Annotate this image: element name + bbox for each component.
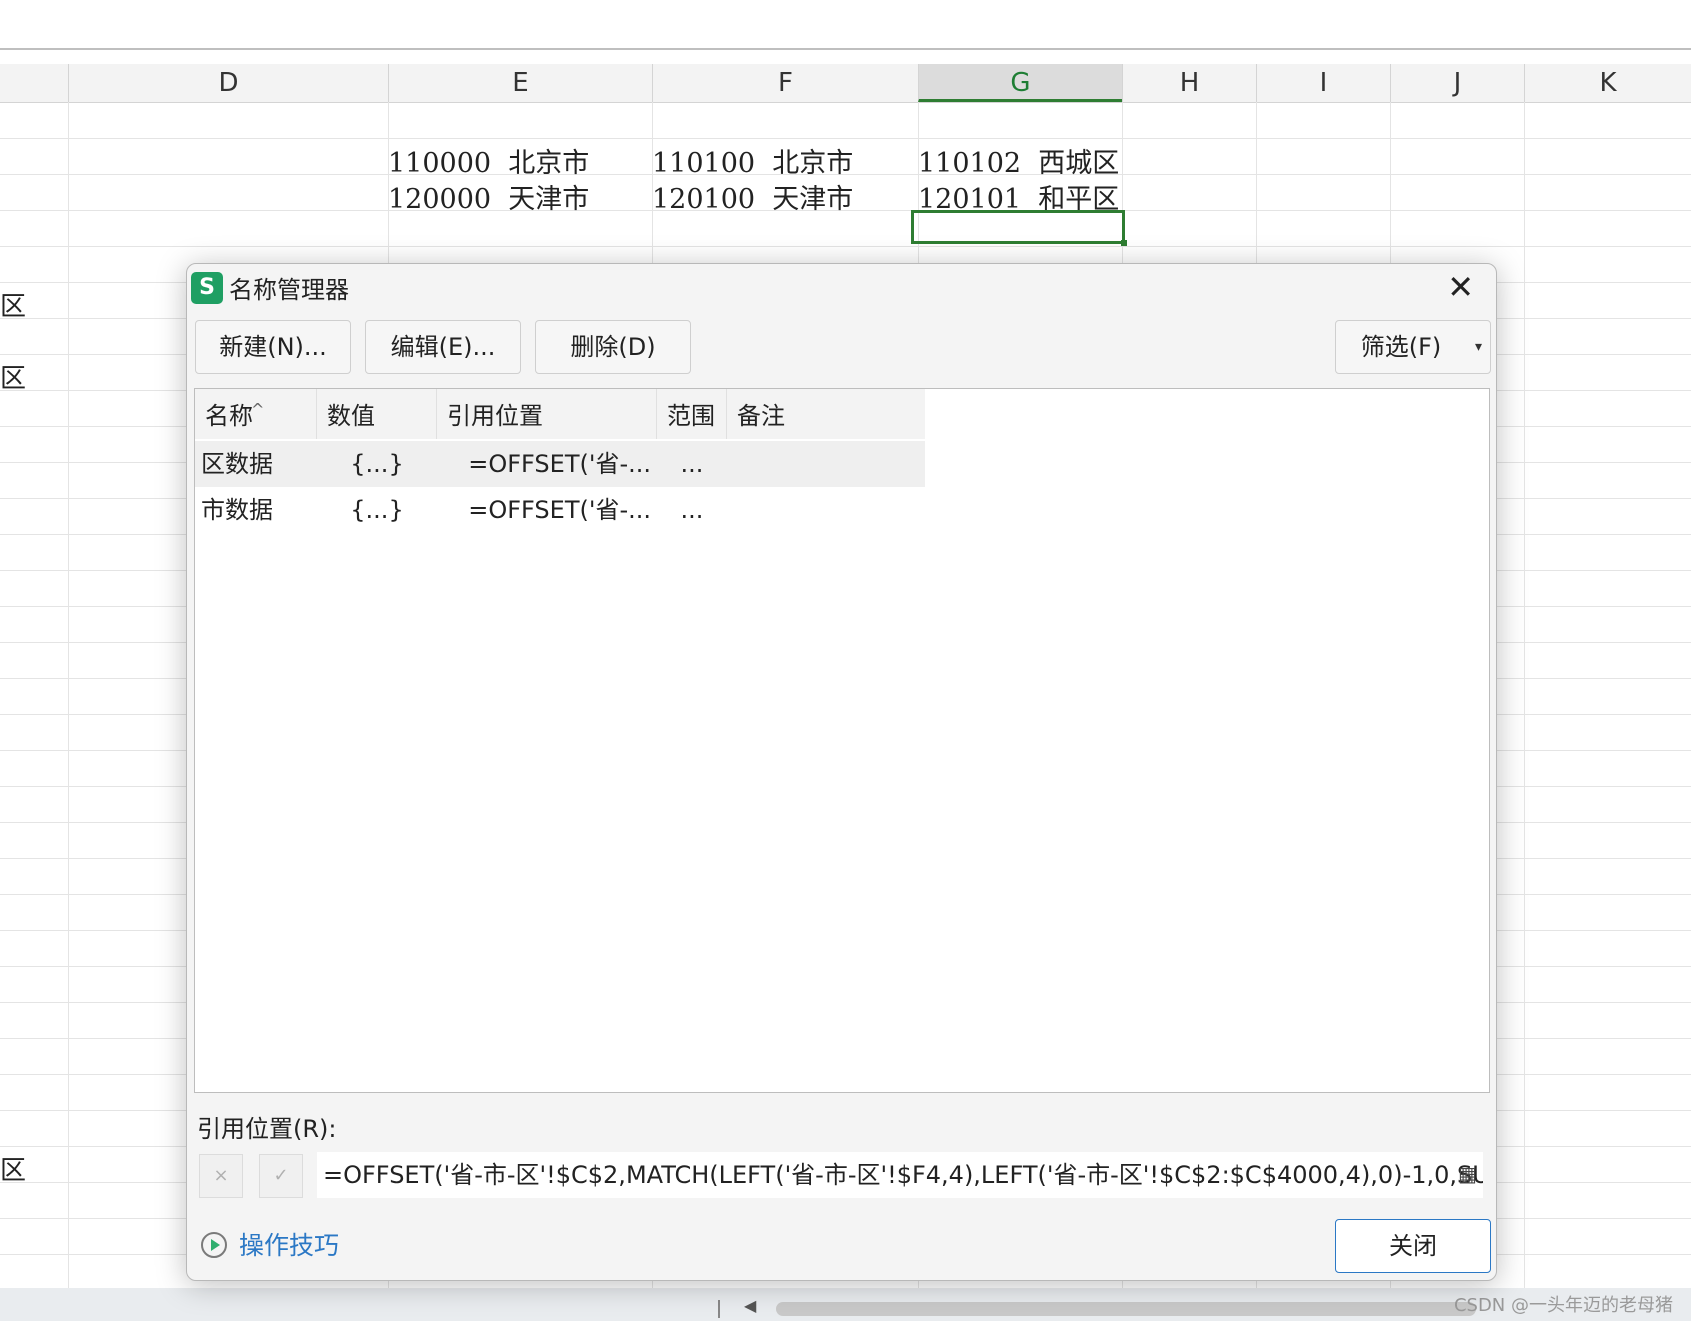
column-name-header-label: 名称 — [205, 402, 253, 430]
column-header-h[interactable]: H — [1122, 64, 1256, 102]
filter-button-label: 筛选(F) — [1360, 333, 1442, 361]
cell-e2[interactable]: 110000 北京市 — [388, 141, 589, 180]
row-scope: ... — [680, 496, 704, 524]
column-header-k[interactable]: K — [1524, 64, 1691, 102]
list-row[interactable]: 市数据 {...} =OFFSET('省-... ... — [195, 487, 925, 533]
reference-input[interactable]: =OFFSET('省-市-区'!$C$2,MATCH(LEFT('省-市-区'!… — [317, 1152, 1483, 1198]
cell-fragment: 区 — [0, 292, 27, 322]
sort-ascending-icon: ^ — [251, 400, 265, 419]
dialog-title: 名称管理器 — [229, 276, 349, 304]
row-scope: ... — [680, 450, 704, 478]
names-list[interactable]: ^ 名称 数值 引用位置 范围 备注 区数据 {...} =OFFSET('省-… — [194, 388, 1490, 1093]
range-picker-icon[interactable]: ▦ — [1458, 1162, 1484, 1188]
column-header-f[interactable]: F — [652, 64, 918, 102]
cell-e3[interactable]: 120000 天津市 — [388, 177, 589, 216]
cell-g2[interactable]: 110102 西城区 — [918, 141, 1119, 180]
column-header-i[interactable]: I — [1256, 64, 1390, 102]
cell-f2[interactable]: 110100 北京市 — [652, 141, 853, 180]
list-row[interactable]: 区数据 {...} =OFFSET('省-... ... — [195, 441, 925, 487]
tips-link[interactable]: 操作技巧 — [239, 1226, 339, 1262]
edit-button[interactable]: 编辑(E)... — [365, 320, 521, 374]
close-icon[interactable]: ✕ — [1447, 268, 1474, 306]
row-value: {...} — [350, 496, 404, 524]
close-button[interactable]: 关闭 — [1335, 1219, 1491, 1273]
app-logo-icon: S — [191, 272, 223, 304]
grid-line — [0, 246, 1691, 247]
column-reference-header[interactable]: 引用位置 — [437, 389, 657, 439]
name-manager-dialog: S 名称管理器 ✕ 新建(N)... 编辑(E)... 删除(D) 筛选(F) … — [186, 263, 1497, 1281]
column-header-d[interactable]: D — [68, 64, 388, 102]
row-note — [727, 441, 925, 487]
column-scope-header[interactable]: 范围 — [657, 389, 727, 439]
dialog-titlebar[interactable]: S 名称管理器 ✕ — [187, 264, 1496, 312]
dropdown-arrow-icon: ▾ — [1474, 339, 1482, 355]
row-note — [727, 487, 925, 533]
row-name: 区数据 — [201, 450, 273, 478]
row-reference: =OFFSET('省-... — [468, 496, 651, 524]
cancel-edit-button[interactable]: × — [199, 1154, 243, 1198]
play-tips-icon[interactable] — [201, 1232, 227, 1258]
scroll-left-icon[interactable]: ◀ — [744, 1296, 756, 1315]
grid-line — [0, 138, 1691, 139]
column-value-header[interactable]: 数值 — [317, 389, 437, 439]
column-header-e[interactable]: E — [388, 64, 652, 102]
reference-label: 引用位置(R): — [197, 1115, 337, 1143]
new-button[interactable]: 新建(N)... — [195, 320, 351, 374]
ribbon-area — [0, 0, 1691, 50]
cell-fragment: 区 — [0, 364, 27, 394]
selected-cell-g4[interactable] — [911, 210, 1127, 246]
horizontal-scrollbar[interactable] — [776, 1302, 1476, 1316]
watermark: CSDN @一头年迈的老母猪 — [1453, 1295, 1673, 1316]
cell-f3[interactable]: 120100 天津市 — [652, 177, 853, 216]
column-header-g[interactable]: G — [918, 64, 1122, 102]
column-note-header[interactable]: 备注 — [727, 389, 925, 439]
row-reference: =OFFSET('省-... — [468, 450, 651, 478]
confirm-edit-button[interactable]: ✓ — [259, 1154, 303, 1198]
row-value: {...} — [350, 450, 404, 478]
row-name: 市数据 — [201, 496, 273, 524]
divider — [718, 1300, 720, 1318]
column-header-j[interactable]: J — [1390, 64, 1524, 102]
list-header: ^ 名称 数值 引用位置 范围 备注 — [195, 389, 925, 439]
column-name-header[interactable]: ^ 名称 — [195, 389, 317, 439]
cell-fragment: 区 — [0, 1156, 27, 1186]
delete-button[interactable]: 删除(D) — [535, 320, 691, 374]
filter-button[interactable]: 筛选(F) ▾ — [1335, 320, 1491, 374]
